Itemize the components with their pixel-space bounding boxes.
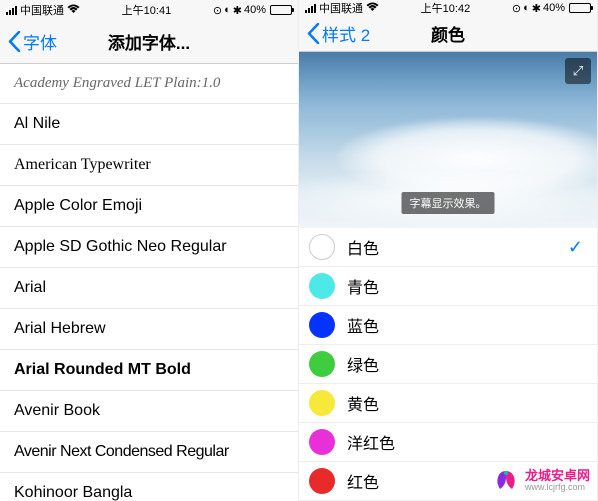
watermark: 龙城安卓网 www.lcjrfg.com [492,467,590,495]
color-row[interactable]: 青色 [299,267,597,306]
status-time: 上午10:41 [122,2,172,18]
back-label: 样式 2 [322,21,370,46]
color-label: 绿色 [347,352,583,376]
carrier-text: 中国联通 [319,0,363,16]
left-phone: 中国联通 上午10:41 ⊙ ◐ ✱ 40% 字体 添加字体... Academ… [0,0,299,501]
dnd-icon: ◐ [224,4,231,16]
signal-icon [6,6,17,15]
status-left: 中国联通 [6,2,80,18]
page-title: 添加字体... [108,29,190,54]
subtitle-preview-text: 字幕显示效果。 [402,192,495,214]
font-row[interactable]: Avenir Book [0,391,298,432]
status-time: 上午10:42 [421,0,471,16]
page-title: 颜色 [431,21,465,46]
color-swatch [309,429,335,455]
color-swatch [309,351,335,377]
back-button[interactable]: 字体 [8,29,57,54]
color-row[interactable]: 绿色 [299,345,597,384]
font-row[interactable]: Al Nile [0,104,298,145]
font-list[interactable]: Academy Engraved LET Plain:1.0Al NileAme… [0,64,298,501]
nav-bar: 字体 添加字体... [0,20,298,64]
alarm-icon: ⊙ [512,2,521,15]
expand-button[interactable]: ⤢ [565,58,591,84]
color-swatch [309,312,335,338]
color-label: 白色 [347,235,556,259]
dnd-icon: ◐ [523,2,530,14]
battery-pct: 40% [543,2,565,14]
status-right: ⊙ ◐ ✱ 40% [213,4,292,17]
color-list[interactable]: 白色✓青色蓝色绿色黄色洋红色红色 [299,228,597,501]
carrier-text: 中国联通 [20,2,64,18]
bluetooth-icon: ✱ [233,4,242,17]
font-row[interactable]: Apple Color Emoji [0,186,298,227]
video-preview[interactable]: ⤢ 字幕显示效果。 [299,52,597,228]
font-row[interactable]: Academy Engraved LET Plain:1.0 [0,64,298,104]
status-bar: 中国联通 上午10:41 ⊙ ◐ ✱ 40% [0,0,298,20]
battery-icon [270,5,292,15]
font-row[interactable]: Kohinoor Bangla [0,473,298,501]
color-swatch [309,390,335,416]
bluetooth-icon: ✱ [532,2,541,15]
font-row[interactable]: American Typewriter [0,145,298,186]
chevron-left-icon [307,23,320,44]
wifi-icon [366,2,379,15]
battery-icon [569,3,591,13]
color-label: 洋红色 [347,430,583,454]
color-label: 蓝色 [347,313,583,337]
watermark-logo-icon [492,467,520,495]
status-right: ⊙ ◐ ✱ 40% [512,2,591,15]
color-label: 青色 [347,274,583,298]
right-phone: 中国联通 上午10:42 ⊙ ◐ ✱ 40% 样式 2 颜色 ⤢ 字幕显示效果。… [299,0,598,501]
back-button[interactable]: 样式 2 [307,21,370,46]
checkmark-icon: ✓ [568,237,583,258]
color-row[interactable]: 洋红色 [299,423,597,462]
font-row[interactable]: Avenir Next Condensed Regular [0,432,298,473]
color-row[interactable]: 蓝色 [299,306,597,345]
status-left: 中国联通 [305,0,379,16]
font-row[interactable]: Arial [0,268,298,309]
color-swatch [309,468,335,494]
color-row[interactable]: 黄色 [299,384,597,423]
nav-bar: 样式 2 颜色 [299,16,597,52]
watermark-brand: 龙城安卓网 [525,469,590,483]
font-row[interactable]: Arial Rounded MT Bold [0,350,298,391]
color-swatch [309,234,335,260]
color-swatch [309,273,335,299]
color-row[interactable]: 白色 ✓ [299,228,597,267]
font-row[interactable]: Apple SD Gothic Neo Regular [0,227,298,268]
status-bar: 中国联通 上午10:42 ⊙ ◐ ✱ 40% [299,0,597,16]
font-row[interactable]: Arial Hebrew [0,309,298,350]
wifi-icon [67,4,80,17]
battery-pct: 40% [244,4,266,16]
alarm-icon: ⊙ [213,4,222,17]
watermark-url: www.lcjrfg.com [525,483,590,493]
back-label: 字体 [23,29,57,54]
chevron-left-icon [8,31,21,52]
expand-icon: ⤢ [573,63,583,79]
color-label: 黄色 [347,391,583,415]
signal-icon [305,4,316,13]
